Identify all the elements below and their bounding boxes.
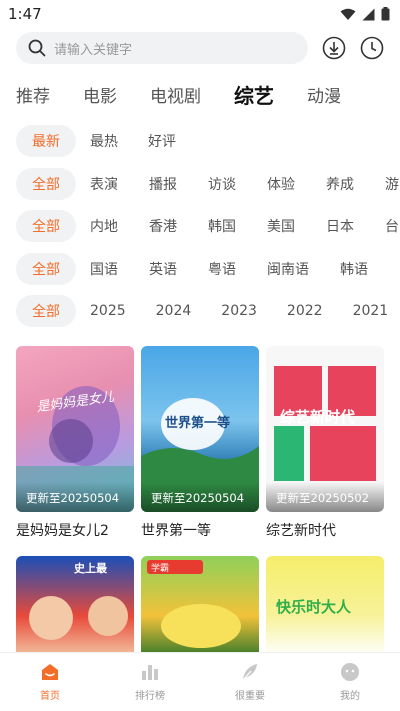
nav-label: 首页 [40,691,60,702]
nav-important[interactable]: 很重要 [200,653,300,711]
show-title: 综艺新时代 [266,523,336,539]
home-icon [42,664,58,680]
language-filter-row: 全部 国语 英语 粤语 闽南语 韩语 [16,253,400,285]
poster-lettering: 快乐时大人 [276,598,352,616]
tab-anime[interactable]: 动漫 [307,82,341,107]
region-option[interactable]: 美国 [267,216,295,236]
poster-art [29,596,128,640]
status-time: 1:47 [8,5,42,23]
language-option[interactable]: 国语 [90,259,118,279]
show-title: 是妈妈是女儿2 [16,523,109,539]
signal-icon [362,8,375,20]
sort-option-hot[interactable]: 最热 [90,131,118,151]
tab-variety[interactable]: 综艺 [234,80,274,109]
update-badge: 更新至20250504 [141,482,259,512]
history-icon[interactable] [360,36,384,60]
nav-label: 我的 [340,691,360,702]
year-option[interactable]: 2022 [287,303,323,319]
region-all-chip[interactable]: 全部 [16,210,76,242]
poster-lettering: 综艺新时代 [280,408,356,426]
show-card[interactable]: 学霸 [141,556,259,656]
poster-lettering: 世界第一等 [165,416,231,431]
year-all-chip[interactable]: 全部 [16,295,76,327]
chart-icon [142,665,158,680]
nav-ranking[interactable]: 排行榜 [100,653,200,711]
nav-profile[interactable]: 我的 [300,653,400,711]
show-poster: 综艺新时代 更新至20250502 [266,346,384,512]
sort-filter-row: 最新 最热 好评 [16,125,400,157]
year-option[interactable]: 2024 [156,303,192,319]
region-option[interactable]: 韩国 [208,216,236,236]
language-option[interactable]: 英语 [149,259,177,279]
sort-option-latest[interactable]: 最新 [16,125,76,157]
region-filter-row: 全部 内地 香港 韩国 美国 日本 台 [16,210,400,242]
type-filter-row: 全部 表演 播报 访谈 体验 养成 游 [16,168,400,200]
show-poster: 是妈妈是女儿 更新至20250504 [16,346,134,512]
download-icon[interactable] [322,36,346,60]
year-option[interactable]: 2023 [221,303,257,319]
search-input[interactable]: 请输入关键字 [16,32,308,64]
year-option[interactable]: 2021 [353,303,389,319]
status-icons [340,7,390,21]
year-filter-row: 全部 2025 2024 2023 2022 2021 [16,295,400,327]
category-tabs: 推荐 电影 电视剧 综艺 动漫 [16,80,400,108]
type-option[interactable]: 养成 [326,174,354,194]
sort-option-rating[interactable]: 好评 [148,131,176,151]
show-poster: 史上最 [16,556,134,656]
nav-home[interactable]: 首页 [0,653,100,711]
bottom-nav: 首页 排行榜 很重要 我的 [0,652,400,711]
update-badge: 更新至20250504 [16,482,134,512]
year-option[interactable]: 2025 [90,303,126,319]
region-option[interactable]: 内地 [90,216,118,236]
show-card[interactable]: 是妈妈是女儿 更新至20250504 是妈妈是女儿2 [16,346,134,540]
search-placeholder: 请输入关键字 [54,42,133,58]
type-option[interactable]: 游 [385,174,399,194]
tab-recommend[interactable]: 推荐 [16,82,50,107]
status-bar: 1:47 [0,0,400,28]
region-option[interactable]: 台 [385,216,399,236]
show-poster: 世界第一等 更新至20250504 [141,346,259,512]
type-option[interactable]: 表演 [90,174,118,194]
show-title: 世界第一等 [141,523,211,539]
search-icon [28,39,46,57]
language-option[interactable]: 粤语 [208,259,236,279]
type-option[interactable]: 播报 [149,174,177,194]
language-option[interactable]: 韩语 [340,259,368,279]
wifi-icon [340,8,356,20]
show-poster: 学霸 [141,556,259,656]
type-option[interactable]: 体验 [267,174,295,194]
show-poster: 快乐时大人 [266,556,384,656]
poster-lettering: 学霸 [151,564,170,574]
show-card[interactable]: 综艺新时代 更新至20250502 综艺新时代 [266,346,384,540]
show-card[interactable]: 史上最 [16,556,134,656]
battery-icon [381,7,390,21]
nav-label: 很重要 [235,691,265,702]
language-all-chip[interactable]: 全部 [16,253,76,285]
tab-movie[interactable]: 电影 [83,82,117,107]
tab-tv-series[interactable]: 电视剧 [150,82,201,107]
feather-icon [242,664,257,681]
type-option[interactable]: 访谈 [208,174,236,194]
show-card[interactable]: 世界第一等 更新至20250504 世界第一等 [141,346,259,540]
show-card[interactable]: 快乐时大人 [266,556,384,656]
language-option[interactable]: 闽南语 [267,259,309,279]
type-all-chip[interactable]: 全部 [16,168,76,200]
profile-icon [341,663,359,681]
update-badge: 更新至20250502 [266,482,384,512]
region-option[interactable]: 香港 [149,216,177,236]
search-row: 请输入关键字 [16,32,386,64]
nav-label: 排行榜 [135,691,165,702]
region-option[interactable]: 日本 [326,216,354,236]
